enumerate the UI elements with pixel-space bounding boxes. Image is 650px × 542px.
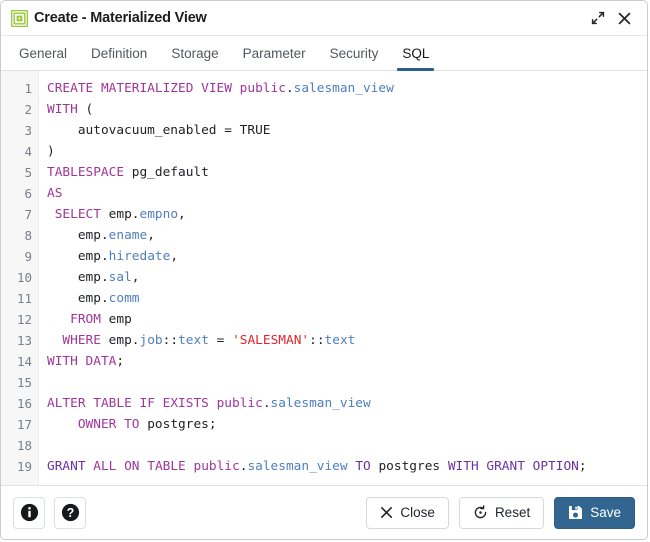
sql-code-line: TABLESPACE pg_default (47, 162, 647, 183)
sql-code-line: WITH DATA; (47, 351, 647, 372)
line-number: 6 (1, 183, 38, 204)
tab-label: General (19, 46, 67, 61)
expand-diagonal-icon[interactable] (587, 7, 609, 29)
dialog-footer: ? Close Reset (1, 485, 647, 539)
line-number: 14 (1, 351, 38, 372)
tab-label: Definition (91, 46, 147, 61)
line-number: 18 (1, 435, 38, 456)
line-number: 7 (1, 204, 38, 225)
close-button[interactable]: Close (366, 497, 449, 529)
sql-code-line: CREATE MATERIALIZED VIEW public.salesman… (47, 78, 647, 99)
info-button[interactable] (13, 497, 45, 529)
line-number: 15 (1, 372, 38, 393)
tab-storage[interactable]: Storage (159, 36, 230, 70)
help-button[interactable]: ? (54, 497, 86, 529)
sql-code-line: emp.comm (47, 288, 647, 309)
dialog-title: Create - Materialized View (34, 10, 207, 26)
line-number: 5 (1, 162, 38, 183)
sql-code-line: emp.ename, (47, 225, 647, 246)
line-number: 16 (1, 393, 38, 414)
reset-button-label: Reset (495, 505, 530, 520)
sql-code-line: FROM emp (47, 309, 647, 330)
reset-icon (473, 505, 488, 520)
save-button[interactable]: Save (554, 497, 635, 529)
tab-label: Security (330, 46, 379, 61)
tab-label: Parameter (243, 46, 306, 61)
reset-button[interactable]: Reset (459, 497, 544, 529)
dialog-titlebar: Create - Materialized View (1, 1, 647, 36)
save-button-label: Save (590, 505, 621, 520)
sql-code-line: ) (47, 141, 647, 162)
line-number: 4 (1, 141, 38, 162)
sql-code-line: ALTER TABLE IF EXISTS public.salesman_vi… (47, 393, 647, 414)
tab-general[interactable]: General (7, 36, 79, 70)
line-number-gutter: 1 2 3 4 5 6 7 8 9 10 11 12 13 14 15 16 1… (1, 71, 39, 485)
sql-code-line: emp.hiredate, (47, 246, 647, 267)
create-materialized-view-dialog: Create - Materialized View General Defin… (0, 0, 648, 540)
sql-code-line (47, 372, 647, 393)
line-number: 3 (1, 120, 38, 141)
svg-text:?: ? (66, 506, 74, 520)
line-number: 10 (1, 267, 38, 288)
line-number: 11 (1, 288, 38, 309)
help-icon: ? (61, 503, 80, 522)
materialized-view-icon (11, 10, 28, 27)
line-number: 17 (1, 414, 38, 435)
sql-editor[interactable]: 1 2 3 4 5 6 7 8 9 10 11 12 13 14 15 16 1… (1, 71, 647, 485)
line-number: 12 (1, 309, 38, 330)
line-number: 2 (1, 99, 38, 120)
tab-label: Storage (171, 46, 218, 61)
sql-code-line: GRANT ALL ON TABLE public.salesman_view … (47, 456, 647, 477)
close-x-icon (380, 506, 393, 519)
sql-code-line: WHERE emp.job::text = 'SALESMAN'::text (47, 330, 647, 351)
sql-code-line (47, 435, 647, 456)
line-number: 8 (1, 225, 38, 246)
close-button-label: Close (400, 505, 435, 520)
tab-security[interactable]: Security (318, 36, 391, 70)
info-icon (20, 503, 39, 522)
tab-definition[interactable]: Definition (79, 36, 159, 70)
line-number: 9 (1, 246, 38, 267)
sql-code-line: WITH ( (47, 99, 647, 120)
save-floppy-icon (568, 505, 583, 520)
line-number: 13 (1, 330, 38, 351)
sql-code-line: OWNER TO postgres; (47, 414, 647, 435)
dialog-tabbar: General Definition Storage Parameter Sec… (1, 36, 647, 71)
sql-code-line: SELECT emp.empno, (47, 204, 647, 225)
close-icon[interactable] (613, 7, 635, 29)
tab-parameter[interactable]: Parameter (231, 36, 318, 70)
tab-sql[interactable]: SQL (390, 36, 441, 70)
line-number: 1 (1, 78, 38, 99)
sql-code-line: autovacuum_enabled = TRUE (47, 120, 647, 141)
sql-code-line: emp.sal, (47, 267, 647, 288)
tab-label: SQL (402, 46, 429, 61)
sql-code-area[interactable]: CREATE MATERIALIZED VIEW public.salesman… (39, 71, 647, 485)
line-number: 19 (1, 456, 38, 477)
sql-code-line: AS (47, 183, 647, 204)
